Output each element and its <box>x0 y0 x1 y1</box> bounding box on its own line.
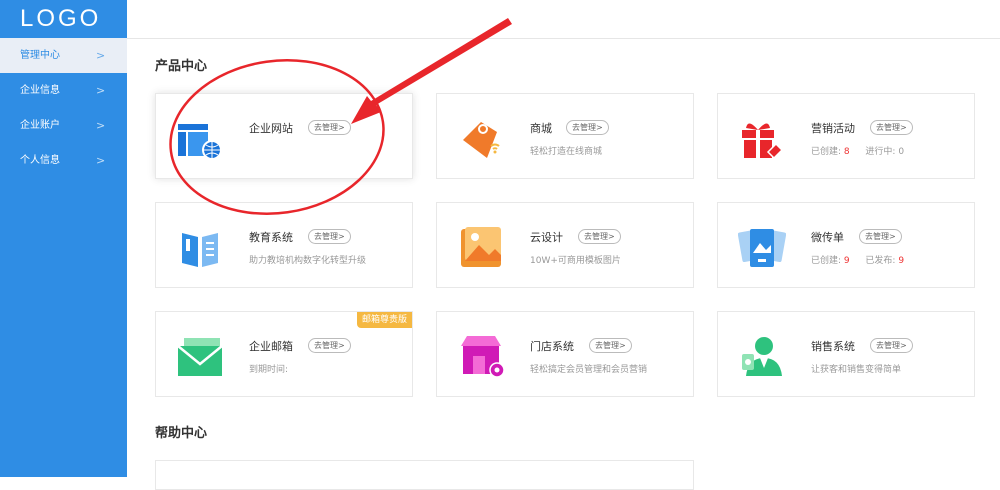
product-card-mailbox[interactable]: 邮箱尊贵版 企业邮箱 去管理> 到期时间: <box>155 311 413 397</box>
card-title: 门店系统 <box>530 340 574 353</box>
sidebar-item-company-account[interactable]: 企业账户 > <box>0 108 127 143</box>
product-card-mall[interactable]: 商城 去管理> 轻松打造在线商城 <box>436 93 694 179</box>
sidebar-item-label: 企业信息 <box>20 85 60 96</box>
product-card-flyer[interactable]: 微传单 去管理> 已创建: 9 已发布: 9 <box>717 202 975 288</box>
card-description: 轻松搞定会员管理和会员营销 <box>530 365 648 375</box>
sidebar-item-label: 企业账户 <box>20 120 60 131</box>
stat-value: 8 <box>843 147 850 157</box>
product-card-store[interactable]: 门店系统 去管理> 轻松搞定会员管理和会员营销 <box>436 311 694 397</box>
plan-badge: 邮箱尊贵版 <box>356 312 412 328</box>
card-description: 到期时间: <box>249 365 289 375</box>
chevron-right-icon: > <box>96 49 106 62</box>
card-description: 让获客和销售变得简单 <box>811 365 902 375</box>
card-title: 云设计 <box>530 231 563 244</box>
sidebar-item-company-info[interactable]: 企业信息 > <box>0 73 127 108</box>
card-stats: 已创建: 8 进行中: 0 <box>811 144 904 157</box>
card-description: 助力教培机构数字化转型升级 <box>249 256 367 266</box>
gift-icon <box>742 123 784 160</box>
sidebar: LOGO 管理中心 > 企业信息 > 企业账户 > 个人信息 > <box>0 0 127 477</box>
sidebar-item-management-center[interactable]: 管理中心 > <box>0 38 127 73</box>
salesperson-icon <box>742 337 782 376</box>
shop-bag-icon <box>463 122 500 158</box>
sidebar-item-label: 管理中心 <box>20 50 60 61</box>
product-card-education[interactable]: 教育系统 去管理> 助力教培机构数字化转型升级 <box>155 202 413 288</box>
card-title: 教育系统 <box>249 231 293 244</box>
top-bar <box>127 0 1000 39</box>
stat-label: 已创建: <box>811 256 842 266</box>
section-title-products: 产品中心 <box>155 59 208 74</box>
mail-icon <box>177 338 223 376</box>
card-title: 商城 <box>530 122 552 135</box>
manage-button[interactable]: 去管理> <box>870 338 913 353</box>
manage-button[interactable]: 去管理> <box>589 338 632 353</box>
website-icon <box>178 124 222 160</box>
flyer-icon <box>738 229 786 267</box>
product-card-website[interactable]: 企业网站 去管理> <box>155 93 413 179</box>
stat-label: 已发布: <box>865 256 896 266</box>
manage-button[interactable]: 去管理> <box>308 229 351 244</box>
manage-button[interactable]: 去管理> <box>566 120 609 135</box>
product-card-sales[interactable]: 销售系统 去管理> 让获客和销售变得简单 <box>717 311 975 397</box>
stat-label: 已创建: <box>811 147 842 157</box>
product-card-marketing[interactable]: 营销活动 去管理> 已创建: 8 进行中: 0 <box>717 93 975 179</box>
card-title: 销售系统 <box>811 340 855 353</box>
card-title: 微传单 <box>811 231 844 244</box>
stat-label: 进行中: <box>865 147 896 157</box>
logo[interactable]: LOGO <box>0 0 127 38</box>
stat-value: 9 <box>898 256 905 266</box>
manage-button[interactable]: 去管理> <box>308 120 351 135</box>
section-title-help: 帮助中心 <box>155 426 208 441</box>
product-card-cloud-design[interactable]: 云设计 去管理> 10W+可商用模板图片 <box>436 202 694 288</box>
help-card <box>155 460 694 490</box>
manage-button[interactable]: 去管理> <box>578 229 621 244</box>
chevron-right-icon: > <box>96 84 106 97</box>
chevron-right-icon: > <box>96 154 106 167</box>
image-icon <box>461 227 501 267</box>
store-icon <box>461 336 505 378</box>
book-icon <box>182 233 218 267</box>
card-title: 企业邮箱 <box>249 340 293 353</box>
card-title: 营销活动 <box>811 122 855 135</box>
manage-button[interactable]: 去管理> <box>859 229 902 244</box>
card-stats: 已创建: 9 已发布: 9 <box>811 253 904 266</box>
chevron-right-icon: > <box>96 119 106 132</box>
card-description: 轻松打造在线商城 <box>530 147 603 157</box>
card-description: 10W+可商用模板图片 <box>530 256 621 266</box>
stat-value: 9 <box>843 256 850 266</box>
sidebar-item-personal-info[interactable]: 个人信息 > <box>0 143 127 178</box>
sidebar-item-label: 个人信息 <box>20 155 60 166</box>
stat-value: 0 <box>898 147 905 157</box>
manage-button[interactable]: 去管理> <box>870 120 913 135</box>
card-title: 企业网站 <box>249 122 293 135</box>
manage-button[interactable]: 去管理> <box>308 338 351 353</box>
